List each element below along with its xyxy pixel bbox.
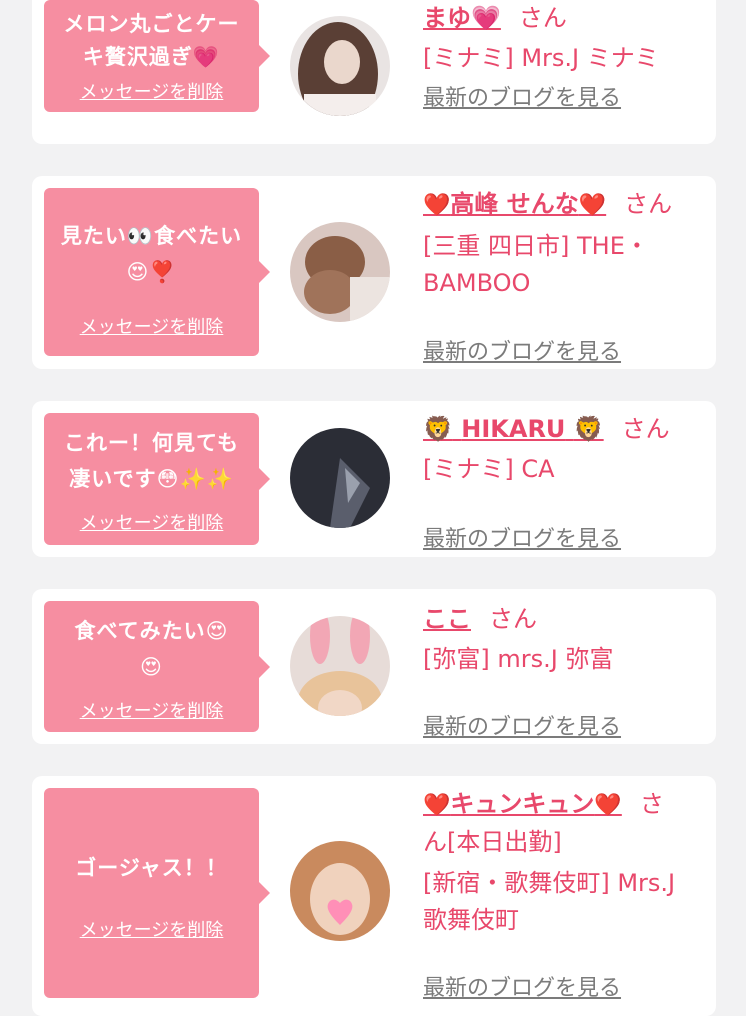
shop-line: [弥富] mrs.J 弥富 (423, 645, 614, 673)
delete-message-link[interactable]: メッセージを削除 (44, 697, 259, 723)
message-bubble: 見たい👀食べたい 😍❣️ メッセージを削除 (44, 188, 270, 356)
sender-name: 高峰 せんな (450, 190, 579, 218)
avatar-photo (290, 428, 390, 528)
message-line: 凄いです😳✨✨ (69, 467, 234, 491)
message-line: メロン丸ごとケー (63, 12, 240, 36)
latest-blog-link[interactable]: 最新のブログを見る (423, 80, 621, 112)
sender-name-link[interactable]: 🦁 HIKARU 🦁 (423, 415, 604, 443)
shop-line: 歌舞伎町 (423, 906, 519, 934)
message-line: これー！何見ても (64, 431, 239, 455)
message-line: 食べてみたい😍 (74, 619, 229, 643)
honorific: さん (621, 415, 670, 443)
sender-name-line: ❤️キュンキュン❤️ さ (423, 786, 708, 824)
shop-info: [三重 四日市] THE・ BAMBOO (423, 228, 708, 302)
message-card: メロン丸ごとケー キ贅沢過ぎ💗 メッセージを削除 まゆ💗 さん [ミナミ] Mrs… (32, 0, 716, 144)
name-emoji: 💗 (471, 4, 501, 32)
message-card: これー！何見ても 凄いです😳✨✨ メッセージを削除 🦁 HIKARU 🦁 さん [… (32, 401, 716, 557)
sender-name-line: 🦁 HIKARU 🦁 さん (423, 411, 708, 447)
shop-info: [ミナミ] CA (423, 451, 708, 488)
delete-message-link[interactable]: メッセージを削除 (44, 509, 259, 535)
sender-name: HIKARU (461, 415, 566, 443)
sender-info: ❤️高峰 せんな❤️ さん [三重 四日市] THE・ BAMBOO 最新のブログ… (423, 186, 708, 365)
delete-message-link[interactable]: メッセージを削除 (44, 313, 259, 339)
honorific-continued: ん[本日出勤] (423, 828, 562, 856)
avatar-photo (290, 16, 390, 116)
sender-name-link[interactable]: ❤️高峰 せんな❤️ (423, 190, 606, 218)
sender-info: まゆ💗 さん [ミナミ] Mrs.J ミナミ 最新のブログを見る (423, 0, 708, 111)
message-card: ゴージャス！！ メッセージを削除 ❤️キュンキュン❤️ さ ん[本日出勤] [新宿… (32, 776, 716, 1016)
sender-name-line: まゆ💗 さん (423, 0, 708, 36)
message-line: 😍❣️ (126, 260, 177, 284)
message-text: これー！何見ても 凄いです😳✨✨ (52, 425, 251, 497)
latest-blog-link[interactable]: 最新のブログを見る (423, 521, 621, 553)
avatar[interactable] (290, 841, 390, 941)
avatar[interactable] (290, 616, 390, 716)
avatar-photo (290, 616, 390, 716)
message-bubble: これー！何見ても 凄いです😳✨✨ メッセージを削除 (44, 413, 270, 545)
honorific: さ (639, 790, 664, 818)
message-bubble: 食べてみたい😍 😍 メッセージを削除 (44, 601, 270, 732)
message-line: キ贅沢過ぎ💗 (82, 45, 221, 69)
sender-info: 🦁 HIKARU 🦁 さん [ミナミ] CA 最新のブログを見る (423, 411, 708, 552)
lion-icon: 🦁 (573, 415, 604, 443)
message-text: ゴージャス！！ (52, 850, 251, 886)
sender-name: ここ (423, 605, 471, 633)
shop-line: BAMBOO (423, 269, 531, 297)
lion-icon: 🦁 (423, 415, 453, 443)
shop-line: [三重 四日市] THE・ (423, 232, 649, 260)
avatar-photo (290, 841, 390, 941)
delete-message-link[interactable]: メッセージを削除 (44, 78, 259, 104)
message-line: ゴージャス！！ (75, 856, 228, 880)
message-bubble: ゴージャス！！ メッセージを削除 (44, 788, 270, 998)
heart-icon: ❤️ (578, 193, 607, 218)
avatar[interactable] (290, 16, 390, 116)
sender-info: ❤️キュンキュン❤️ さ ん[本日出勤] [新宿・歌舞伎町] Mrs.J 歌舞伎町… (423, 786, 708, 1001)
delete-message-link[interactable]: メッセージを削除 (44, 916, 259, 942)
shop-info: [弥富] mrs.J 弥富 (423, 641, 708, 678)
honorific: さん (489, 605, 537, 633)
sender-info: ここ さん [弥富] mrs.J 弥富 最新のブログを見る (423, 601, 708, 740)
avatar[interactable] (290, 222, 390, 322)
message-text: 食べてみたい😍 😍 (52, 613, 251, 685)
sender-name-link[interactable]: ❤️キュンキュン❤️ (423, 790, 622, 818)
shop-line: [新宿・歌舞伎町] Mrs.J (423, 869, 676, 897)
message-text: メロン丸ごとケー キ贅沢過ぎ💗 (52, 8, 251, 74)
avatar[interactable] (290, 428, 390, 528)
sender-name-link[interactable]: ここ (423, 605, 471, 633)
sender-name-link[interactable]: まゆ💗 (423, 4, 501, 32)
sender-name: まゆ (423, 4, 471, 32)
message-card: 見たい👀食べたい 😍❣️ メッセージを削除 ❤️高峰 せんな❤️ さん [三重 四… (32, 176, 716, 369)
honorific: さん (518, 4, 567, 32)
latest-blog-link[interactable]: 最新のブログを見る (423, 334, 621, 366)
message-text: 見たい👀食べたい 😍❣️ (52, 218, 251, 290)
message-card: 食べてみたい😍 😍 メッセージを削除 ここ さん [弥富] mrs.J 弥富 最新… (32, 589, 716, 744)
message-line: 😍 (140, 655, 163, 679)
heart-icon: ❤️ (594, 793, 622, 818)
sender-name: キュンキュン (450, 790, 595, 818)
shop-line: [ミナミ] Mrs.J ミナミ (423, 44, 659, 72)
avatar-photo (290, 222, 390, 322)
shop-line: [ミナミ] CA (423, 455, 555, 483)
sender-name-line: ここ さん (423, 601, 708, 637)
honorific: さん (624, 190, 673, 218)
latest-blog-link[interactable]: 最新のブログを見る (423, 970, 621, 1002)
heart-icon: ❤️ (423, 193, 451, 218)
message-bubble: メロン丸ごとケー キ贅沢過ぎ💗 メッセージを削除 (44, 0, 270, 112)
latest-blog-link[interactable]: 最新のブログを見る (423, 709, 621, 741)
shop-info: [ミナミ] Mrs.J ミナミ (423, 40, 708, 77)
heart-icon: ❤️ (423, 793, 451, 818)
message-line: 見たい👀食べたい (60, 224, 243, 248)
shop-info: [新宿・歌舞伎町] Mrs.J 歌舞伎町 (423, 865, 708, 939)
sender-name-line: ❤️高峰 せんな❤️ さん (423, 186, 708, 224)
